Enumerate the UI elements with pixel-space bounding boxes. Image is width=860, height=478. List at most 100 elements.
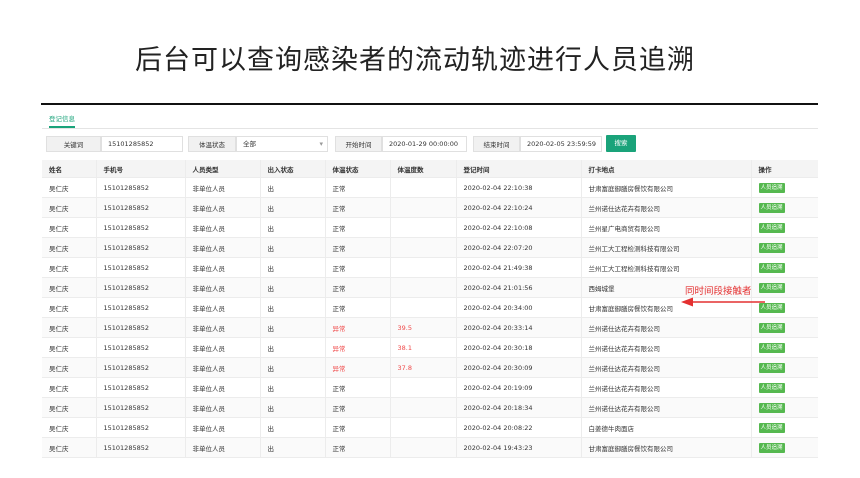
person-type-cell: 非单位人员 bbox=[185, 217, 261, 238]
trace-person-button[interactable]: 人员追溯 bbox=[758, 422, 785, 433]
phone-cell: 15101285852 bbox=[96, 297, 186, 318]
name-cell: 吴仁庆 bbox=[42, 237, 97, 258]
trace-person-button[interactable]: 人员追溯 bbox=[758, 382, 785, 393]
trace-person-button[interactable]: 人员追溯 bbox=[758, 202, 785, 213]
time-cell: 2020-02-04 19:43:23 bbox=[456, 437, 582, 458]
temperature-cell bbox=[390, 297, 457, 318]
table-row: 吴仁庆 15101285852 非单位人员出正常 2020-02-04 22:10:0… bbox=[42, 217, 818, 238]
time-cell: 2020-02-04 20:18:34 bbox=[456, 397, 582, 418]
action-cell: 人员追溯 bbox=[751, 177, 818, 198]
column-header: 登记时间 bbox=[456, 160, 582, 178]
phone-cell: 15101285852 bbox=[96, 337, 186, 358]
location-cell: 兰州诺仕达花卉有限公司 bbox=[581, 317, 752, 338]
trace-person-button[interactable]: 人员追溯 bbox=[758, 442, 785, 453]
temp-status-value: 全部 bbox=[243, 140, 256, 148]
tab-registration-info[interactable]: 登记信息 bbox=[49, 113, 75, 128]
location-cell: 甘肃富庭御膳房餐饮有限公司 bbox=[581, 437, 752, 458]
temperature-cell bbox=[390, 417, 457, 438]
temperature-cell bbox=[390, 177, 457, 198]
temperature-cell bbox=[390, 437, 457, 458]
table-row: 吴仁庆 15101285852 非单位人员出正常 2020-02-04 19:43:2… bbox=[42, 437, 818, 458]
slide-title: 后台可以查询感染者的流动轨迹进行人员追溯 bbox=[135, 45, 695, 76]
phone-cell: 15101285852 bbox=[96, 437, 186, 458]
in-out-cell: 出 bbox=[260, 277, 326, 298]
name-cell: 吴仁庆 bbox=[42, 377, 97, 398]
temperature-cell bbox=[390, 197, 457, 218]
phone-cell: 15101285852 bbox=[96, 217, 186, 238]
temp-status-cell: 正常 bbox=[325, 397, 391, 418]
trace-person-button[interactable]: 人员追溯 bbox=[758, 262, 785, 273]
person-type-cell: 非单位人员 bbox=[185, 377, 261, 398]
column-header: 操作 bbox=[751, 160, 818, 178]
phone-cell: 15101285852 bbox=[96, 397, 186, 418]
trace-person-button[interactable]: 人员追溯 bbox=[758, 282, 785, 293]
action-cell: 人员追溯 bbox=[751, 237, 818, 258]
in-out-cell: 出 bbox=[260, 297, 326, 318]
action-cell: 人员追溯 bbox=[751, 397, 818, 418]
trace-person-button[interactable]: 人员追溯 bbox=[758, 242, 785, 253]
location-cell: 兰州工大工程检测科技有限公司 bbox=[581, 237, 752, 258]
column-header: 人员类型 bbox=[185, 160, 261, 178]
temp-status-cell: 正常 bbox=[325, 417, 391, 438]
location-cell: 甘肃富庭御膳房餐饮有限公司 bbox=[581, 177, 752, 198]
name-cell: 吴仁庆 bbox=[42, 177, 97, 198]
start-time-label: 开始时间 bbox=[335, 136, 382, 152]
phone-cell: 15101285852 bbox=[96, 237, 186, 258]
temp-status-cell: 正常 bbox=[325, 277, 391, 298]
location-cell: 兰州工大工程检测科技有限公司 bbox=[581, 257, 752, 278]
table-row: 吴仁庆 15101285852 非单位人员出异常 39.5 2020-02-04 20:… bbox=[42, 317, 818, 338]
in-out-cell: 出 bbox=[260, 437, 326, 458]
person-type-cell: 非单位人员 bbox=[185, 237, 261, 258]
time-cell: 2020-02-04 20:30:09 bbox=[456, 357, 582, 378]
start-time-input[interactable]: 2020-01-29 00:00:00 bbox=[382, 136, 467, 152]
name-cell: 吴仁庆 bbox=[42, 417, 97, 438]
name-cell: 吴仁庆 bbox=[42, 277, 97, 298]
temp-status-cell: 正常 bbox=[325, 217, 391, 238]
search-button[interactable]: 搜索 bbox=[606, 135, 636, 152]
location-cell: 白姜德牛肉面店 bbox=[581, 417, 752, 438]
contact-annotation: 同时间段接触者 bbox=[685, 286, 752, 297]
temp-status-cell: 正常 bbox=[325, 177, 391, 198]
time-cell: 2020-02-04 20:19:09 bbox=[456, 377, 582, 398]
time-cell: 2020-02-04 20:30:18 bbox=[456, 337, 582, 358]
in-out-cell: 出 bbox=[260, 377, 326, 398]
temperature-cell: 38.1 bbox=[390, 337, 457, 358]
table-row: 吴仁庆 15101285852 非单位人员出异常 38.1 2020-02-04 20:… bbox=[42, 337, 818, 358]
keyword-label: 关键词 bbox=[46, 136, 101, 152]
person-type-cell: 非单位人员 bbox=[185, 177, 261, 198]
in-out-cell: 出 bbox=[260, 257, 326, 278]
trace-person-button[interactable]: 人员追溯 bbox=[758, 222, 785, 233]
phone-cell: 15101285852 bbox=[96, 377, 186, 398]
person-type-cell: 非单位人员 bbox=[185, 257, 261, 278]
temperature-cell bbox=[390, 277, 457, 298]
person-type-cell: 非单位人员 bbox=[185, 417, 261, 438]
trace-person-button[interactable]: 人员追溯 bbox=[758, 342, 785, 353]
temperature-cell: 37.8 bbox=[390, 357, 457, 378]
column-header: 打卡地点 bbox=[581, 160, 752, 178]
temp-status-cell: 正常 bbox=[325, 257, 391, 278]
temp-status-select[interactable]: 全部 bbox=[236, 136, 328, 152]
name-cell: 吴仁庆 bbox=[42, 397, 97, 418]
location-cell: 兰州诺仕达花卉有限公司 bbox=[581, 397, 752, 418]
temp-status-cell: 正常 bbox=[325, 377, 391, 398]
tab-bar: 登记信息 bbox=[42, 110, 818, 129]
temperature-cell bbox=[390, 397, 457, 418]
person-type-cell: 非单位人员 bbox=[185, 317, 261, 338]
keyword-input[interactable]: 15101285852 bbox=[101, 136, 183, 152]
temp-status-cell: 正常 bbox=[325, 237, 391, 258]
action-cell: 人员追溯 bbox=[751, 317, 818, 338]
action-cell: 人员追溯 bbox=[751, 217, 818, 238]
trace-person-button[interactable]: 人员追溯 bbox=[758, 182, 785, 193]
action-cell: 人员追溯 bbox=[751, 337, 818, 358]
end-time-input[interactable]: 2020-02-05 23:59:59 bbox=[520, 136, 602, 152]
trace-person-button[interactable]: 人员追溯 bbox=[758, 402, 785, 413]
temperature-cell bbox=[390, 377, 457, 398]
temp-status-cell: 异常 bbox=[325, 317, 391, 338]
column-header: 体温状态 bbox=[325, 160, 391, 178]
person-type-cell: 非单位人员 bbox=[185, 197, 261, 218]
trace-person-button[interactable]: 人员追溯 bbox=[758, 322, 785, 333]
phone-cell: 15101285852 bbox=[96, 417, 186, 438]
in-out-cell: 出 bbox=[260, 417, 326, 438]
temperature-cell: 39.5 bbox=[390, 317, 457, 338]
trace-person-button[interactable]: 人员追溯 bbox=[758, 362, 785, 373]
